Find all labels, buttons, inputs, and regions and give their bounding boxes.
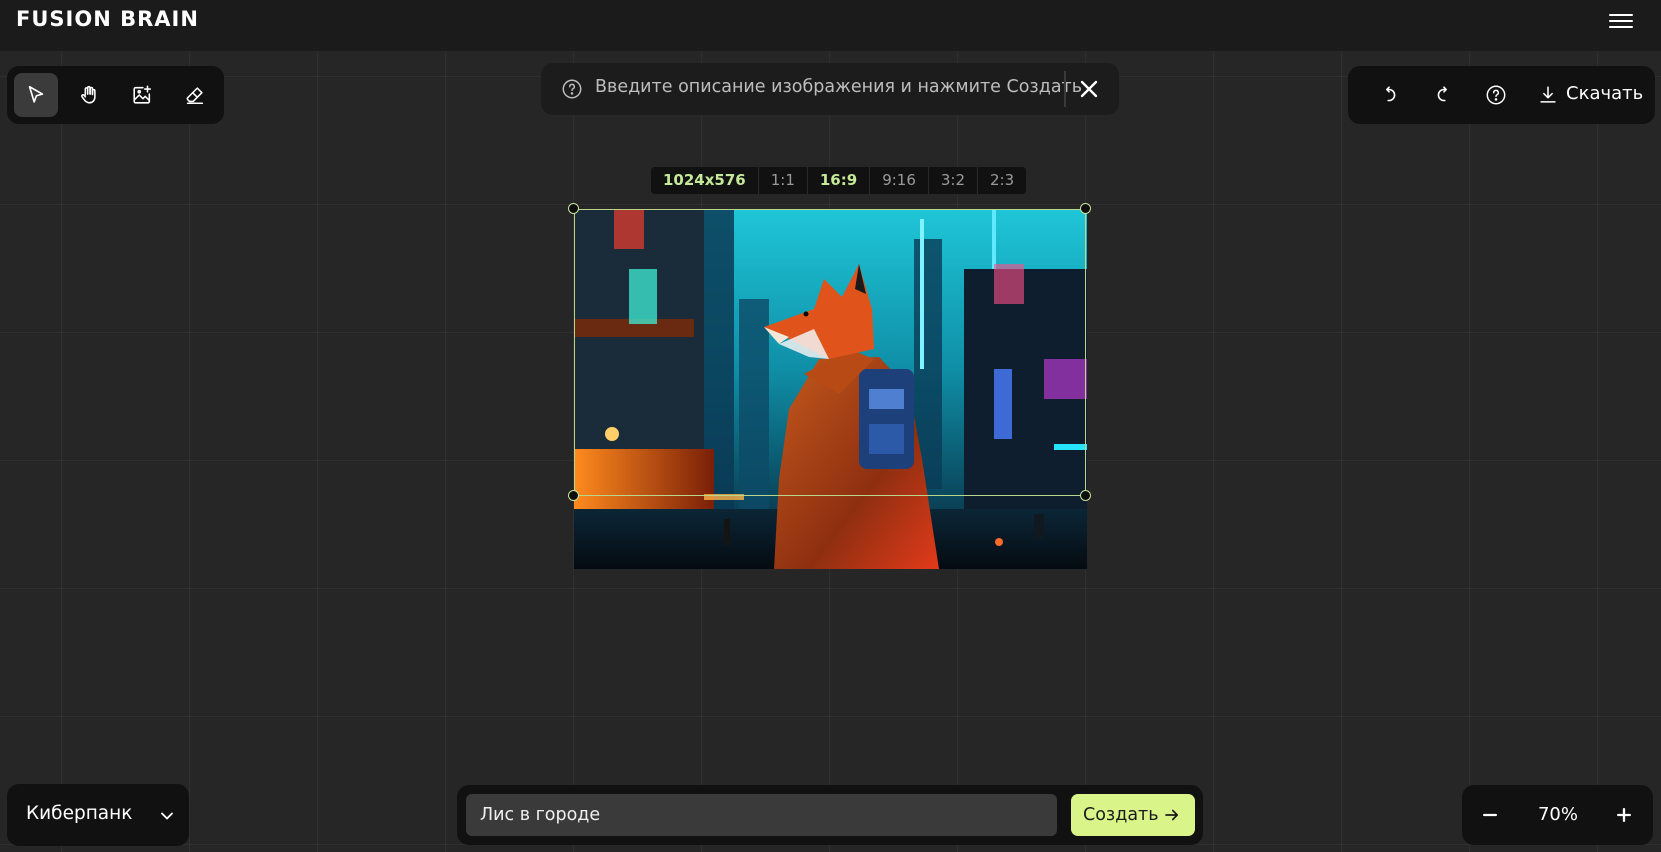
- hint-bar: Введите описание изображения и нажмите С…: [541, 63, 1119, 115]
- arrow-right-icon: [1165, 809, 1179, 821]
- question-circle-icon: [1486, 85, 1506, 105]
- style-dropdown[interactable]: Киберпанк: [7, 784, 189, 846]
- resolution-label: 1024x576: [651, 167, 759, 194]
- prompt-input[interactable]: [466, 794, 1057, 836]
- select-tool-button[interactable]: [14, 73, 58, 117]
- chevron-down-icon: [161, 812, 173, 820]
- hand-pan-icon: [81, 85, 96, 104]
- aspect-ratio-bar: 1024x576 1:1 16:9 9:16 3:2 2:3: [651, 167, 1027, 194]
- minus-icon[interactable]: [1476, 801, 1504, 829]
- plus-icon[interactable]: [1610, 801, 1638, 829]
- hint-divider: [1064, 71, 1066, 107]
- undo-icon: [1386, 86, 1396, 102]
- top-bar: FUSION BRAIN: [0, 0, 1661, 51]
- resize-handle-bottom-right[interactable]: [1080, 490, 1091, 501]
- eraser-icon: [186, 87, 204, 105]
- ratio-1-1[interactable]: 1:1: [759, 167, 808, 194]
- create-button[interactable]: Создать: [1071, 794, 1195, 836]
- image-plus-icon: [133, 85, 152, 104]
- logo[interactable]: FUSION BRAIN: [16, 7, 199, 31]
- redo-button[interactable]: [1429, 81, 1457, 109]
- style-dropdown-label: Киберпанк: [26, 803, 133, 824]
- resize-handle-bottom-left[interactable]: [568, 490, 579, 501]
- download-icon: [1540, 86, 1556, 103]
- selection-frame[interactable]: [574, 209, 1086, 496]
- help-button[interactable]: [1482, 81, 1510, 109]
- resize-handle-top-left[interactable]: [568, 203, 579, 214]
- resize-handle-top-right[interactable]: [1080, 203, 1091, 214]
- cursor-arrow-icon: [28, 85, 44, 103]
- ratio-3-2[interactable]: 3:2: [929, 167, 979, 194]
- hint-text: Введите описание изображения и нажмите С…: [595, 77, 1083, 97]
- prompt-panel: Создать: [457, 785, 1203, 845]
- zoom-level: 70%: [1537, 804, 1578, 825]
- download-button[interactable]: [1534, 81, 1562, 109]
- ratio-2-3[interactable]: 2:3: [978, 167, 1026, 194]
- tool-panel: [7, 66, 224, 124]
- create-button-label: Создать: [1083, 805, 1159, 825]
- ratio-9-16[interactable]: 9:16: [870, 167, 929, 194]
- close-icon[interactable]: [1075, 75, 1103, 103]
- undo-button[interactable]: [1376, 81, 1404, 109]
- actions-panel: Скачать: [1348, 66, 1655, 124]
- download-label[interactable]: Скачать: [1566, 83, 1643, 104]
- hand-tool-button[interactable]: [67, 73, 111, 117]
- hamburger-menu-icon[interactable]: [1609, 10, 1633, 30]
- eraser-tool-button[interactable]: [173, 73, 217, 117]
- redo-icon: [1437, 86, 1447, 102]
- question-circle-icon: [562, 79, 582, 99]
- add-image-tool-button[interactable]: [120, 73, 164, 117]
- ratio-16-9[interactable]: 16:9: [808, 167, 871, 194]
- zoom-panel: 70%: [1462, 785, 1653, 845]
